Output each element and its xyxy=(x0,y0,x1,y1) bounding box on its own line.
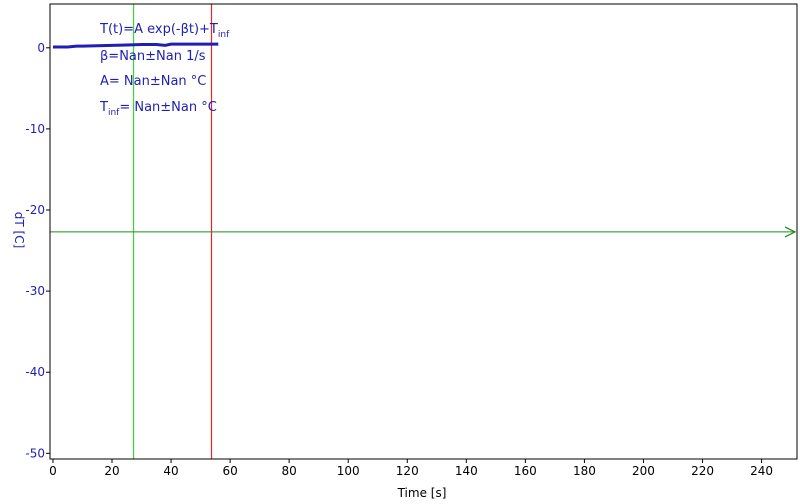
x-tick-label: 140 xyxy=(455,464,478,478)
y-axis-label: dT [C] xyxy=(12,212,26,249)
fit-chart: 0 -10 -20 -30 -40 -50 0 20 40 60 80 100 120 140 160 180… xyxy=(12,3,798,500)
x-tick-label: 180 xyxy=(573,464,596,478)
x-tick-label: 200 xyxy=(632,464,655,478)
y-tick-label: -10 xyxy=(25,122,45,136)
fit-tinf: Tinf= Nan±Nan °C xyxy=(99,100,217,118)
x-tick-label: 160 xyxy=(514,464,537,478)
x-tick-label: 20 xyxy=(104,464,119,478)
fit-beta: β=Nan±Nan 1/s xyxy=(100,49,206,64)
y-tick-label: -30 xyxy=(25,284,45,298)
y-tick-label: -40 xyxy=(25,365,45,379)
x-axis-label: Time [s] xyxy=(397,486,447,500)
x-tick-label: 120 xyxy=(396,464,419,478)
x-tick-label: 40 xyxy=(163,464,178,478)
y-tick-label: -50 xyxy=(25,446,45,460)
fit-annotation: T(t)=A exp(-βt)+Tinf β=Nan±Nan 1/s A= Na… xyxy=(99,22,230,118)
y-tick-label: 0 xyxy=(37,41,45,55)
fit-amplitude: A= Nan±Nan °C xyxy=(100,74,206,89)
chart-marks xyxy=(50,4,797,459)
x-tick-label: 0 xyxy=(49,464,57,478)
x-tick-label: 240 xyxy=(750,464,773,478)
y-tick-label: -20 xyxy=(25,203,45,217)
x-tick-label: 100 xyxy=(337,464,360,478)
data-series-1 xyxy=(52,42,219,49)
x-tick-label: 60 xyxy=(222,464,237,478)
x-tick-label: 80 xyxy=(282,464,297,478)
fit-formula: T(t)=A exp(-βt)+Tinf xyxy=(99,22,230,40)
x-tick-label: 220 xyxy=(691,464,714,478)
